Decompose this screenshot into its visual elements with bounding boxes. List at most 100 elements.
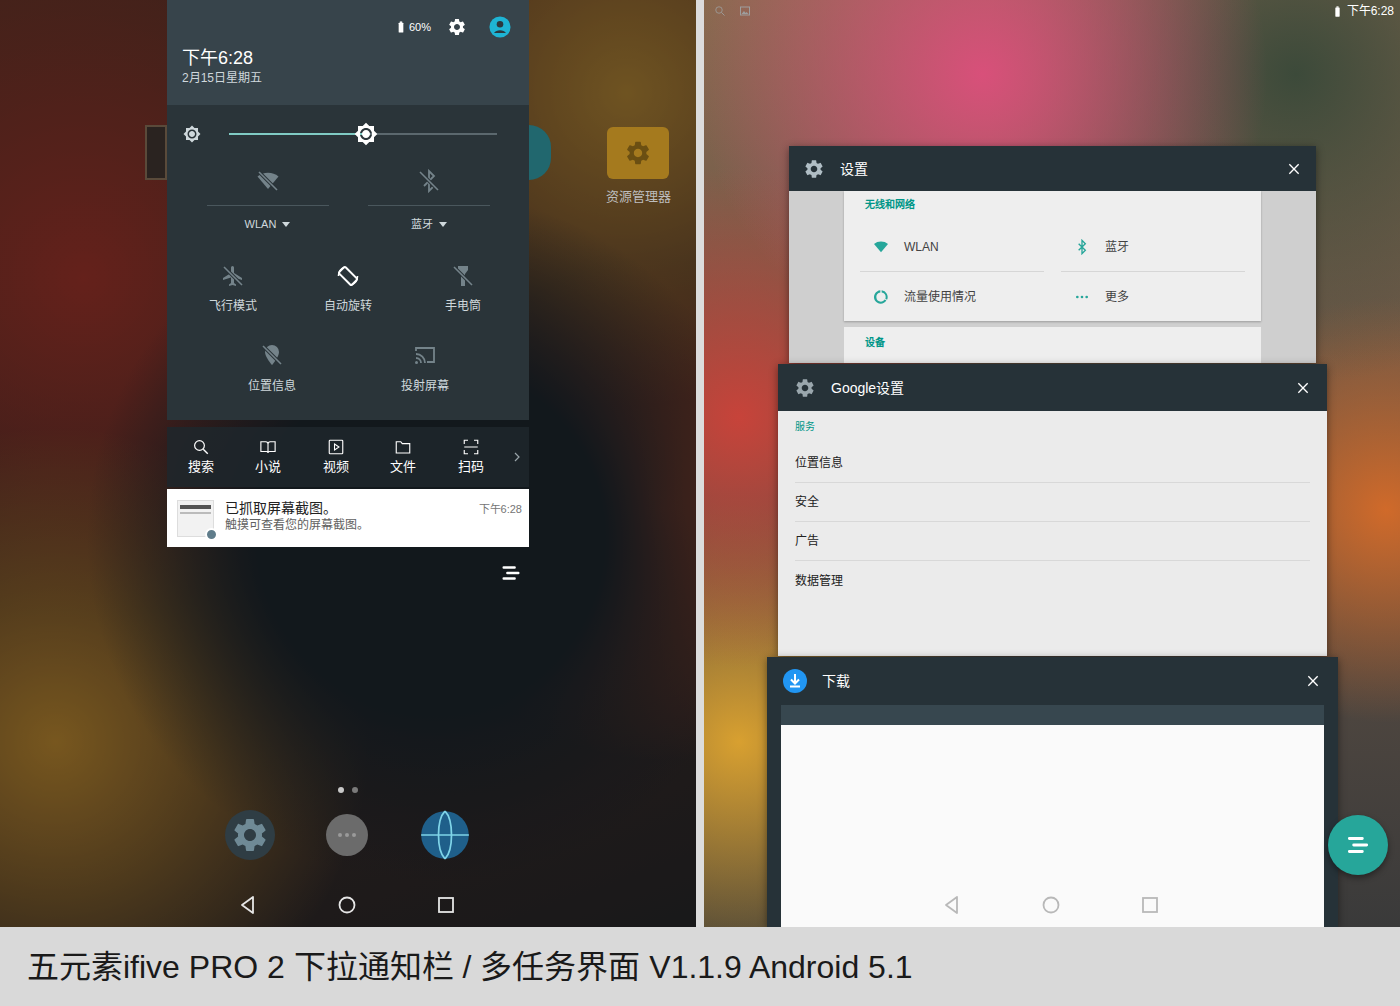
recent-app-card[interactable]: 下载 — [767, 657, 1338, 927]
tile-dropdown[interactable]: 蓝牙 — [411, 216, 447, 232]
nav-bar — [940, 893, 1162, 917]
settings-app[interactable] — [225, 810, 275, 860]
app-drawer[interactable] — [326, 814, 368, 856]
list-label: 位置信息 — [795, 455, 843, 471]
list-item[interactable]: 广告 — [795, 522, 1310, 561]
tile-label: 手电筒 — [445, 298, 481, 314]
shortcut-label: 文件 — [390, 459, 416, 475]
shortcut[interactable]: 视频 — [302, 427, 370, 487]
back-icon — [236, 893, 260, 917]
scan-icon — [462, 438, 480, 456]
badge-icon — [205, 528, 218, 541]
shortcut[interactable]: 扫码 — [437, 427, 505, 487]
bluetooth-icon — [1074, 239, 1090, 255]
quick-tile[interactable]: 飞行模式 — [175, 248, 290, 330]
shortcut[interactable]: 搜索 — [167, 427, 235, 487]
card-header: 设置 — [789, 146, 1316, 191]
status-time: 下午6:28 — [1347, 3, 1394, 19]
clear-all-button[interactable] — [1328, 815, 1388, 875]
battery-icon — [1331, 5, 1344, 18]
tile-divider — [207, 205, 329, 206]
screens-row: 资源管理器60%下午6:282月15日星期五WLAN蓝牙飞行模式自动旋转手电筒位… — [0, 0, 1400, 927]
card-body — [767, 705, 1338, 927]
list-item[interactable]: 数据管理 — [795, 561, 1310, 600]
settings-content: 无线和网络 WLAN 蓝牙流量使用情况 更多设备 — [844, 191, 1261, 363]
settings-button[interactable] — [447, 17, 467, 37]
thumbnail-bar — [180, 505, 211, 509]
notification-text: 触摸可查看您的屏幕截图。 — [225, 517, 475, 533]
card-title: 设置 — [840, 160, 1286, 178]
clock: 下午6:28 — [167, 47, 529, 69]
account-button[interactable] — [489, 16, 511, 38]
home-icon — [1039, 893, 1063, 917]
status-icons — [714, 5, 751, 17]
shortcut[interactable]: 小说 — [235, 427, 303, 487]
shortcut[interactable]: 文件 — [370, 427, 438, 487]
shortcut-label: 小说 — [255, 459, 281, 475]
notification-shade-screen: 资源管理器 60% 下午6:282月15日星期五 WLAN 蓝牙飞行模式自动旋转 手电筒位… — [0, 0, 696, 927]
section-header: 无线和网络 — [844, 199, 1261, 211]
tile-dropdown[interactable]: WLAN — [245, 216, 291, 232]
settings-item[interactable]: 流量使用情况 — [860, 272, 1044, 321]
brightness-row — [167, 105, 529, 163]
page-dot[interactable] — [338, 787, 344, 793]
status-right: 下午6:28 — [1331, 3, 1394, 19]
settings-item[interactable]: 更多 — [1061, 272, 1245, 321]
tile-label: 蓝牙 — [411, 216, 433, 232]
quick-tile[interactable]: 位置信息 — [195, 330, 348, 410]
tile-label: 位置信息 — [248, 378, 296, 394]
separator — [696, 0, 704, 927]
notification[interactable]: 已抓取屏幕截图。触摸可查看您的屏幕截图。下午6:28 — [167, 489, 529, 547]
quick-tile[interactable]: 自动旋转 — [290, 248, 405, 330]
settings-item[interactable]: WLAN — [860, 223, 1044, 272]
card-body: 无线和网络 WLAN 蓝牙流量使用情况 更多设备 — [789, 191, 1316, 363]
cast-icon — [413, 343, 437, 367]
quick-tile[interactable]: 投射屏幕 — [348, 330, 501, 410]
close-button[interactable] — [1295, 380, 1311, 396]
partial-app-icon — [145, 125, 167, 180]
settings-item[interactable]: 蓝牙 — [1061, 223, 1245, 272]
recent-app-card[interactable]: Google设置服务位置信息安全广告数据管理 — [778, 364, 1327, 656]
file-manager-icon — [607, 127, 669, 179]
browser-app[interactable] — [419, 809, 471, 861]
gear-icon — [624, 139, 652, 167]
image-icon — [739, 5, 751, 17]
brightness-slider[interactable] — [229, 133, 497, 135]
gear-icon — [230, 815, 270, 855]
home-icon — [335, 893, 359, 917]
tile-row: WLAN 蓝牙 — [167, 163, 529, 248]
back-icon — [940, 893, 964, 917]
tile-label: 自动旋转 — [324, 298, 372, 314]
chevron-right-icon — [509, 449, 525, 465]
shortcut-label: 视频 — [323, 459, 349, 475]
quick-tile[interactable]: WLAN — [187, 163, 348, 248]
quick-tile[interactable]: 蓝牙 — [348, 163, 509, 248]
brightness-thumb[interactable] — [354, 122, 378, 146]
airplane-icon — [221, 264, 245, 288]
list-item[interactable]: 位置信息 — [795, 444, 1310, 483]
quick-tile[interactable]: 手电筒 — [406, 248, 521, 330]
close-button[interactable] — [1286, 161, 1302, 177]
shortcut-label: 搜索 — [188, 459, 214, 475]
battery-level: 60% — [409, 20, 431, 34]
tile-row: 飞行模式自动旋转 手电筒 — [167, 248, 529, 330]
card-header: Google设置 — [778, 364, 1327, 411]
recent-app-card[interactable]: 设置无线和网络 WLAN 蓝牙流量使用情况 更多设备 — [789, 146, 1316, 363]
video-icon — [327, 438, 345, 456]
shortcut-more[interactable] — [505, 427, 530, 487]
composite-image: 资源管理器60%下午6:282月15日星期五WLAN蓝牙飞行模式自动旋转手电筒位… — [0, 0, 1400, 1006]
date: 2月15日星期五 — [167, 70, 529, 86]
settings-label: 流量使用情况 — [904, 289, 976, 305]
flashlight-icon — [451, 264, 475, 288]
settings-label: WLAN — [904, 239, 939, 255]
list-item[interactable]: 安全 — [795, 483, 1310, 522]
settings-section: 设备 — [844, 327, 1261, 363]
shortcut-bar: 搜索 小说 视频 文件 扫码 — [167, 427, 529, 487]
home-app[interactable]: 资源管理器 — [598, 127, 678, 205]
battery-icon — [394, 20, 408, 34]
folder-icon — [394, 438, 412, 456]
page-dot[interactable] — [352, 787, 358, 793]
close-button[interactable] — [1305, 673, 1321, 689]
wifi-icon — [873, 239, 889, 255]
dropdown-arrow-icon — [439, 222, 447, 227]
